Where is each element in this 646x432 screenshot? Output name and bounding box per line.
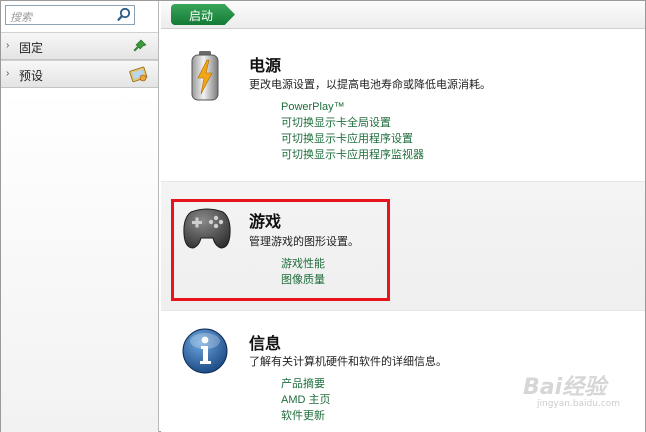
link-switchable-monitor[interactable]: 可切换显示卡应用程序监视器 <box>281 147 424 163</box>
chevron-right-icon: › <box>6 68 10 79</box>
battery-icon <box>191 51 219 101</box>
watermark: Bai经验 jingyan.baidu.com <box>523 363 633 419</box>
sidebar: 搜索 › 固定 › 预设 <box>1 1 159 432</box>
search-icon[interactable] <box>116 6 134 24</box>
watermark-url: jingyan.baidu.com <box>537 399 621 409</box>
link-switchable-app[interactable]: 可切换显示卡应用程序设置 <box>281 131 424 147</box>
link-product-summary[interactable]: 产品摘要 <box>281 376 331 392</box>
start-tab[interactable]: 启动 <box>171 4 235 25</box>
link-amd-home[interactable]: AMD 主页 <box>281 392 331 408</box>
section-description: 了解有关计算机硬件和软件的详细信息。 <box>249 356 447 368</box>
link-software-update[interactable]: 软件更新 <box>281 408 331 424</box>
chevron-right-icon: › <box>6 40 10 51</box>
sidebar-item-pinned[interactable]: › 固定 <box>1 32 158 60</box>
link-list: PowerPlay™ 可切换显示卡全局设置 可切换显示卡应用程序设置 可切换显示… <box>281 99 424 163</box>
sidebar-panel <box>1 90 158 432</box>
preset-icon <box>129 66 148 83</box>
info-icon <box>182 328 228 374</box>
link-switchable-global[interactable]: 可切换显示卡全局设置 <box>281 115 424 131</box>
highlight-box <box>171 199 390 301</box>
power-section: 电源 更改电源设置，以提高电池寿命或降低电源消耗。 PowerPlay™ 可切换… <box>161 30 645 180</box>
section-title: 电源 <box>249 58 282 75</box>
sidebar-item-presets[interactable]: › 预设 <box>1 60 158 88</box>
watermark-brand: Bai经验 <box>523 375 607 400</box>
sidebar-item-label: 固定 <box>19 41 44 55</box>
link-list: 产品摘要 AMD 主页 软件更新 <box>281 376 331 424</box>
pin-icon <box>133 39 147 52</box>
top-bar: 启动 <box>161 1 645 29</box>
section-title: 信息 <box>249 336 282 353</box>
section-description: 更改电源设置，以提高电池寿命或降低电源消耗。 <box>249 79 491 91</box>
link-powerplay[interactable]: PowerPlay™ <box>281 99 424 115</box>
sidebar-item-label: 预设 <box>19 69 44 83</box>
